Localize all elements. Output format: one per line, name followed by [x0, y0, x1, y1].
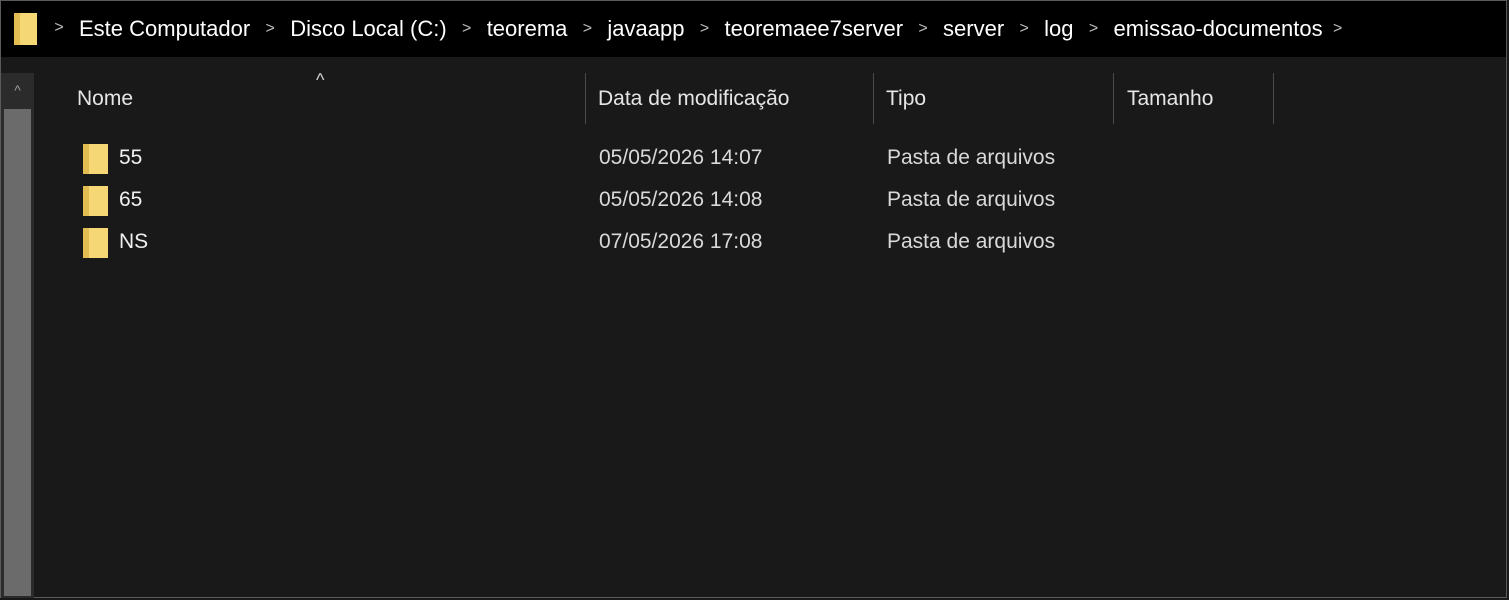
breadcrumb-item-teoremaee7server[interactable]: teoremaee7server — [724, 16, 903, 42]
column-header-type[interactable]: Tipo — [874, 73, 1113, 125]
file-row-65[interactable]: 65 05/05/2026 14:08 Pasta de arquivos — [34, 179, 1506, 221]
file-type: Pasta de arquivos — [887, 230, 1056, 253]
chevron-right-icon[interactable]: > — [903, 20, 943, 38]
file-name[interactable]: NS — [119, 221, 148, 263]
file-row-ns[interactable]: NS 07/05/2026 17:08 Pasta de arquivos — [34, 221, 1506, 263]
breadcrumb-item-disco-local[interactable]: Disco Local (C:) — [290, 16, 446, 42]
file-row-55[interactable]: 55 05/05/2026 14:07 Pasta de arquivos — [34, 137, 1506, 179]
column-header-date[interactable]: Data de modificação — [586, 73, 873, 125]
folder-icon — [83, 228, 108, 258]
chevron-right-icon[interactable]: > — [447, 20, 487, 38]
breadcrumb-item-teorema[interactable]: teorema — [487, 16, 568, 42]
chevron-right-icon[interactable]: > — [567, 20, 607, 38]
chevron-right-icon[interactable]: > — [250, 20, 290, 38]
column-divider[interactable] — [1273, 73, 1274, 124]
file-date: 07/05/2026 17:08 — [599, 230, 763, 253]
breadcrumb-item-log[interactable]: log — [1044, 16, 1073, 42]
breadcrumb: Este Computador > Disco Local (C:) > teo… — [79, 1, 1353, 57]
chevron-right-icon[interactable]: > — [684, 20, 724, 38]
chevron-up-icon[interactable]: ^ — [1, 73, 34, 107]
breadcrumb-item-este-computador[interactable]: Este Computador — [79, 16, 250, 42]
column-header-size[interactable]: Tamanho — [1114, 73, 1273, 125]
column-header-row: ^ Nome Data de modificação Tipo Tamanho — [34, 70, 1506, 125]
chevron-right-icon[interactable]: > — [1323, 20, 1353, 38]
file-date: 05/05/2026 14:07 — [599, 146, 763, 169]
toolbar-divider — [1, 57, 1506, 73]
breadcrumb-item-emissao-documentos[interactable]: emissao-documentos — [1114, 16, 1323, 42]
folder-icon — [83, 144, 108, 174]
chevron-right-icon[interactable]: > — [1074, 20, 1114, 38]
file-name[interactable]: 55 — [119, 137, 142, 179]
address-bar[interactable]: > Este Computador > Disco Local (C:) > t… — [1, 1, 1506, 57]
chevron-right-icon[interactable]: > — [1004, 20, 1044, 38]
vertical-scrollbar[interactable]: ^ — [1, 73, 34, 598]
scrollbar-thumb[interactable] — [4, 109, 31, 596]
folder-icon — [83, 186, 108, 216]
folder-icon — [14, 13, 37, 45]
file-name[interactable]: 65 — [119, 179, 142, 221]
file-type: Pasta de arquivos — [887, 188, 1056, 211]
file-type: Pasta de arquivos — [887, 146, 1056, 169]
chevron-right-icon[interactable]: > — [49, 19, 69, 37]
breadcrumb-item-javaapp[interactable]: javaapp — [607, 16, 684, 42]
column-header-name[interactable]: Nome — [34, 73, 585, 125]
breadcrumb-item-server[interactable]: server — [943, 16, 1004, 42]
file-date: 05/05/2026 14:08 — [599, 188, 763, 211]
